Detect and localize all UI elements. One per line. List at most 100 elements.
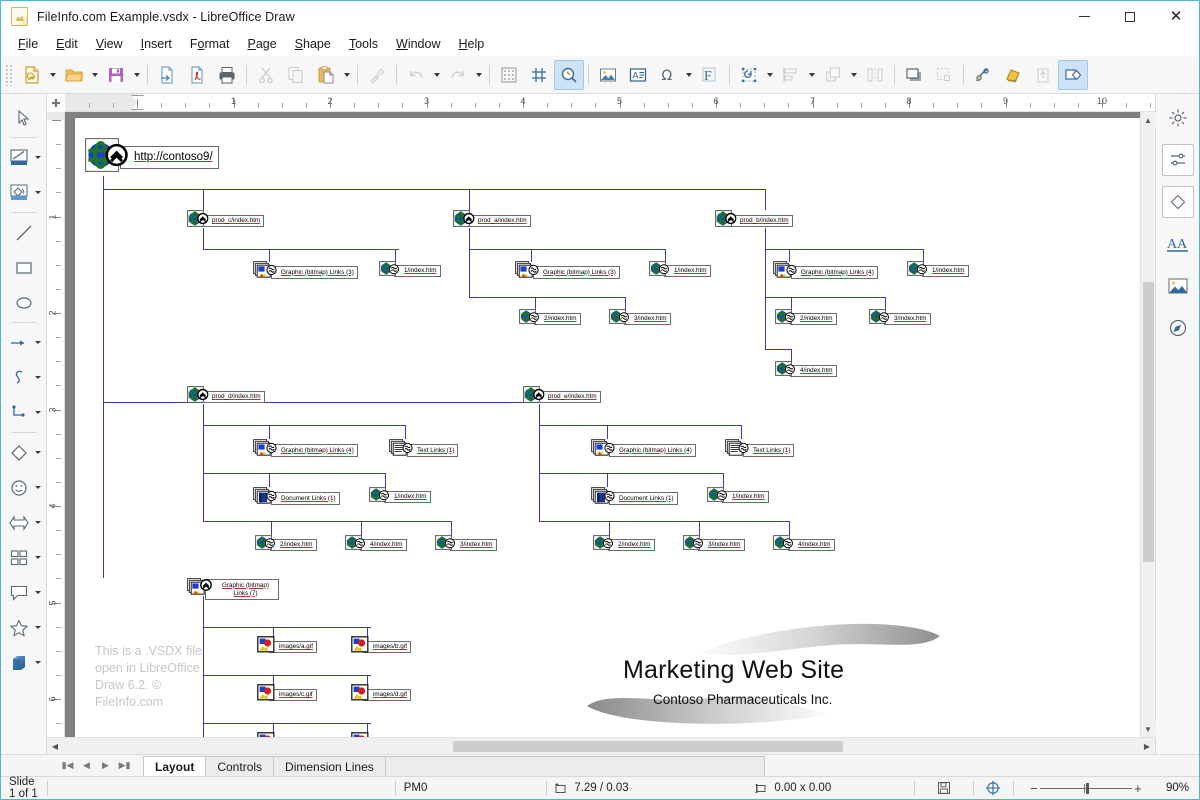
page-style[interactable]: PM0 [396, 777, 546, 800]
snap-to-grid-icon[interactable] [524, 60, 554, 90]
layer-tab-dimension-lines[interactable]: Dimension Lines [273, 756, 386, 776]
menu-help[interactable]: Help [450, 34, 494, 54]
maximize-button[interactable] [1107, 1, 1153, 32]
diagram-node[interactable]: Graphic (bitmap) Links (4) [773, 261, 878, 284]
menu-window[interactable]: Window [387, 34, 449, 54]
connectors-tool-icon[interactable] [5, 399, 33, 427]
properties-deck-icon[interactable] [1162, 144, 1194, 176]
diagram-node[interactable]: Text Links (1) [389, 439, 458, 462]
curves-polygons-dropdown-icon[interactable] [33, 376, 43, 379]
rectangle-tool-icon[interactable] [10, 254, 38, 282]
shadow-icon[interactable] [899, 60, 929, 90]
transformations-dropdown-icon[interactable] [764, 60, 776, 90]
layer-tab-controls[interactable]: Controls [205, 756, 274, 776]
diagram-node[interactable]: images/c.gif [257, 684, 317, 706]
diagram-node[interactable]: Document Links (1) [253, 487, 340, 510]
basic-shapes-tool-icon[interactable] [5, 439, 33, 467]
redo-icon[interactable] [443, 60, 473, 90]
previous-page-icon[interactable]: ◀ [78, 757, 95, 774]
block-arrows-dropdown-icon[interactable] [33, 521, 43, 524]
first-page-icon[interactable]: ▮◀ [59, 757, 76, 774]
vertical-scrollbar[interactable]: ▲ ▼ [1140, 112, 1155, 737]
menu-file[interactable]: File [9, 34, 47, 54]
zoom-and-pan-tool-icon[interactable] [5, 144, 33, 172]
diagram-node[interactable]: 1/index.htm [379, 261, 441, 281]
horizontal-scroll-track[interactable] [63, 739, 1139, 754]
diagram-node[interactable]: 1/index.htm [907, 261, 969, 281]
menu-shape[interactable]: Shape [286, 34, 340, 54]
page-area[interactable]: http://contoso9/ prod_c/index.htm prod_a… [75, 118, 1140, 737]
vertical-ruler[interactable]: 123456 [47, 112, 65, 737]
diagram-node[interactable]: 4/index.htm [773, 535, 835, 555]
special-character-dropdown-icon[interactable] [683, 60, 695, 90]
horizontal-scrollbar[interactable]: ◀ ▶ [47, 737, 1155, 754]
menu-edit[interactable]: Edit [47, 34, 87, 54]
fill-color-dropdown-icon[interactable] [33, 191, 43, 194]
diagram-node[interactable]: images/b.gif [351, 636, 411, 658]
diagram-node[interactable]: prod_d/index.htm [187, 386, 265, 408]
diagram-node[interactable]: 3/index.htm [435, 535, 497, 555]
zoom-level[interactable]: 90% [1158, 777, 1199, 800]
diagram-node[interactable]: images/product.jpg [351, 732, 430, 737]
horizontal-ruler[interactable]: ✚ 12345678910 [47, 94, 1155, 112]
sidebar-settings-icon[interactable] [1162, 102, 1194, 134]
diagram-node[interactable]: 3/index.htm [869, 309, 931, 329]
diagram-node[interactable]: 1/index.htm [649, 261, 711, 281]
last-page-icon[interactable]: ▶▮ [116, 757, 133, 774]
diagram-node[interactable]: Graphic (bitmap) Links (3) [515, 261, 620, 284]
stars-banners-dropdown-icon[interactable] [33, 626, 43, 629]
menu-page[interactable]: Page [238, 34, 285, 54]
diagram-node[interactable]: Graphic (bitmap) Links (4) [591, 439, 696, 462]
basic-shapes-dropdown-icon[interactable] [33, 451, 43, 454]
select-tool-icon[interactable] [10, 104, 38, 132]
zoom-slider[interactable]: − + [1020, 777, 1152, 800]
next-page-icon[interactable]: ▶ [97, 757, 114, 774]
align-objects-icon[interactable] [776, 60, 806, 90]
scroll-left-icon[interactable]: ◀ [47, 739, 63, 754]
fill-color-tool-icon[interactable] [5, 179, 33, 207]
transformations-icon[interactable] [734, 60, 764, 90]
curves-and-polygons-tool-icon[interactable] [5, 364, 33, 392]
menu-tools[interactable]: Tools [340, 34, 387, 54]
open-document-icon[interactable] [59, 60, 89, 90]
paste-icon[interactable] [311, 60, 341, 90]
diagram-node[interactable]: Graphic (bitmap) Links (3) [253, 261, 358, 284]
scroll-up-icon[interactable]: ▲ [1141, 112, 1156, 128]
diagram-node[interactable]: images/e.gif [257, 732, 317, 737]
arrange-dropdown-icon[interactable] [848, 60, 860, 90]
diagram-node[interactable]: 2/index.htm [255, 535, 317, 555]
diagram-node[interactable]: Text Links (1) [725, 439, 794, 462]
navigator-deck-icon[interactable] [1162, 312, 1194, 344]
export-document-icon[interactable] [152, 60, 182, 90]
diagram-node[interactable]: images/d.gif [351, 684, 411, 706]
copy-icon[interactable] [281, 60, 311, 90]
symbol-shapes-dropdown-icon[interactable] [33, 486, 43, 489]
open-document-dropdown-icon[interactable] [89, 60, 101, 90]
stars-and-banners-tool-icon[interactable] [5, 614, 33, 642]
align-objects-dropdown-icon[interactable] [806, 60, 818, 90]
horizontal-ruler-track[interactable]: 12345678910 [65, 94, 1155, 111]
lines-arrows-dropdown-icon[interactable] [33, 341, 43, 344]
block-arrows-tool-icon[interactable] [5, 509, 33, 537]
clone-formatting-icon[interactable] [362, 60, 392, 90]
display-grid-icon[interactable] [494, 60, 524, 90]
ruler-origin-icon[interactable]: ✚ [47, 94, 65, 112]
diagram-node[interactable]: 3/index.htm [609, 309, 671, 329]
insert-text-box-icon[interactable]: A [623, 60, 653, 90]
minimize-button[interactable] [1061, 1, 1107, 32]
diagram-node[interactable]: 3/index.htm [683, 535, 745, 555]
diagram-node[interactable]: 2/index.htm [775, 309, 837, 329]
menu-format[interactable]: Format [181, 34, 239, 54]
diagram-node[interactable]: 2/index.htm [593, 535, 655, 555]
new-document-icon[interactable] [17, 60, 47, 90]
diagram-node[interactable]: images/a.gif [257, 636, 317, 658]
character-deck-icon[interactable]: A A [1162, 228, 1194, 260]
diagram-node[interactable]: prod_e/index.htm [523, 386, 601, 408]
toolbar-grip[interactable] [5, 64, 13, 86]
diagram-node[interactable]: prod_b/index.htm [715, 210, 793, 232]
new-document-dropdown-icon[interactable] [47, 60, 59, 90]
callouts-dropdown-icon[interactable] [33, 591, 43, 594]
toggle-extrusion-icon[interactable] [998, 60, 1028, 90]
ellipse-tool-icon[interactable] [10, 289, 38, 317]
diagram-node[interactable]: prod_c/index.htm [187, 210, 264, 232]
